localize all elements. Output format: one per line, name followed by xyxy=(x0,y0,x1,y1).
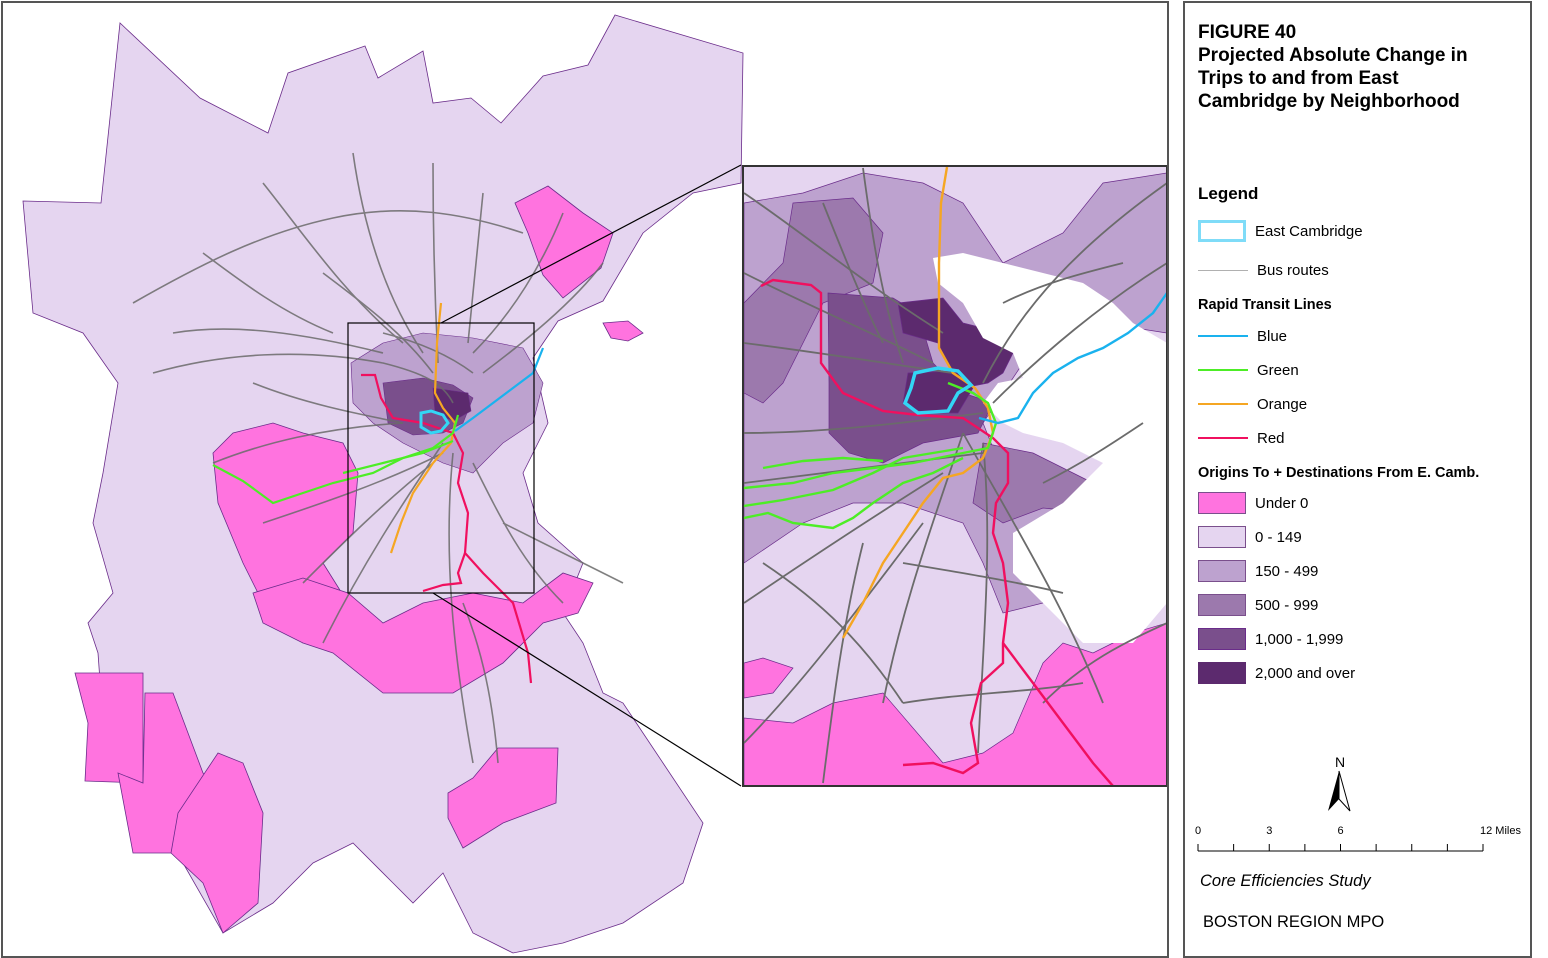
class-swatch-icon xyxy=(1198,492,1246,514)
scale-bar-label: 3 xyxy=(1266,825,1272,837)
orange-line-icon xyxy=(1198,403,1248,405)
scale-bar-label: 12 Miles xyxy=(1480,825,1521,837)
scale-bar: 0 3 6 12 Miles xyxy=(1193,821,1533,866)
legend-label: 1,000 - 1,999 xyxy=(1255,630,1344,648)
legend-item-east-cambridge: East Cambridge xyxy=(1198,218,1363,244)
figure-title-line: Trips to and from East xyxy=(1198,68,1399,89)
inset-map xyxy=(742,165,1167,787)
class-swatch-icon xyxy=(1198,628,1246,650)
scale-bar-label: 0 xyxy=(1195,825,1201,837)
legend-item-blue-line: Blue xyxy=(1198,323,1287,349)
bus-route-line-icon xyxy=(1198,269,1248,271)
legend-class-0-149: 0 - 149 xyxy=(1198,524,1302,550)
figure-title-line: Cambridge by Neighborhood xyxy=(1198,91,1460,112)
legend-class-1000-1999: 1,000 - 1,999 xyxy=(1198,626,1343,652)
legend-class-under-0: Under 0 xyxy=(1198,490,1308,516)
legend-label: Orange xyxy=(1257,395,1308,413)
legend-class-500-999: 500 - 999 xyxy=(1198,592,1318,618)
scale-bar-label: 6 xyxy=(1338,825,1344,837)
legend-heading: Legend xyxy=(1198,184,1259,203)
classes-heading: Origins To + Destinations From E. Camb. xyxy=(1198,465,1480,481)
legend-label: Red xyxy=(1257,429,1285,447)
figure-title-line: Projected Absolute Change in xyxy=(1198,45,1468,66)
north-arrow: N xyxy=(1325,754,1355,820)
class-swatch-icon xyxy=(1198,594,1246,616)
legend-item-red-line: Red xyxy=(1198,425,1285,451)
class-swatch-icon xyxy=(1198,526,1246,548)
legend-panel: FIGURE 40 Projected Absolute Change in T… xyxy=(1183,1,1532,958)
class-swatch-icon xyxy=(1198,662,1246,684)
legend-class-150-499: 150 - 499 xyxy=(1198,558,1318,584)
legend-item-green-line: Green xyxy=(1198,357,1299,383)
east-cambridge-swatch-icon xyxy=(1198,220,1246,242)
legend-label: East Cambridge xyxy=(1255,222,1363,240)
legend-label: 2,000 and over xyxy=(1255,664,1356,682)
legend-label: 150 - 499 xyxy=(1255,562,1319,580)
figure-title: FIGURE 40 Projected Absolute Change in T… xyxy=(1198,21,1468,113)
legend-label: Blue xyxy=(1257,327,1288,345)
legend-label: Bus routes xyxy=(1257,261,1329,279)
legend-label: 500 - 999 xyxy=(1255,596,1319,614)
red-line-icon xyxy=(1198,437,1248,439)
agency-name: BOSTON REGION MPO xyxy=(1203,913,1385,931)
legend-label: 0 - 149 xyxy=(1255,528,1302,546)
region-municipality-under-0 xyxy=(74,672,144,784)
blue-line-icon xyxy=(1198,335,1248,337)
legend-label: Green xyxy=(1257,361,1299,379)
region-municipality-under-0 xyxy=(602,320,644,342)
north-arrow-icon xyxy=(1328,771,1339,811)
legend-item-bus-routes: Bus routes xyxy=(1198,257,1329,283)
map-frame xyxy=(1,1,1169,958)
north-arrow-icon-outline xyxy=(1338,770,1351,812)
figure-number: FIGURE 40 xyxy=(1198,22,1297,43)
map-canvas xyxy=(22,14,1167,954)
green-line-icon xyxy=(1198,369,1248,371)
legend-class-2000-plus: 2,000 and over xyxy=(1198,660,1355,686)
north-label: N xyxy=(1335,755,1345,770)
legend-item-orange-line: Orange xyxy=(1198,391,1307,417)
class-swatch-icon xyxy=(1198,560,1246,582)
rapid-transit-heading: Rapid Transit Lines xyxy=(1198,297,1332,313)
region-map xyxy=(22,14,744,954)
study-name: Core Efficiencies Study xyxy=(1200,872,1371,890)
legend-label: Under 0 xyxy=(1255,494,1309,512)
